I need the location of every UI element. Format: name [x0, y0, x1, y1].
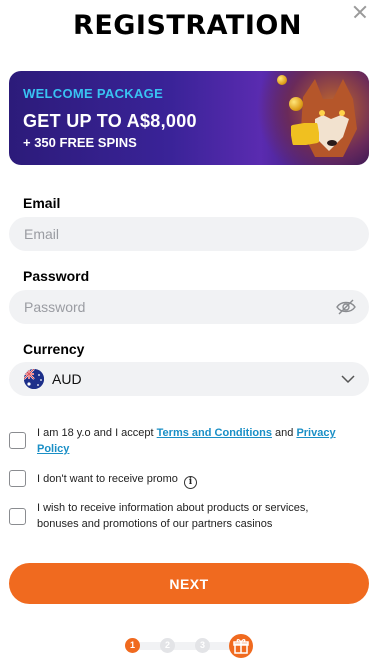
australia-flag-icon: [24, 369, 44, 389]
banner-kicker: WELCOME PACKAGE: [23, 86, 164, 101]
no-promo-text-wrap: I don't want to receive promo i: [37, 471, 197, 489]
terms-checkbox[interactable]: [9, 432, 26, 449]
chevron-down-icon: [341, 375, 355, 384]
page-title: REGISTRATION: [73, 10, 302, 41]
no-promo-checkbox[interactable]: [9, 470, 26, 487]
step-2: 2: [160, 638, 175, 653]
terms-and-text: and: [271, 427, 297, 439]
partners-info-checkbox[interactable]: [9, 508, 26, 525]
eye-slash-icon[interactable]: [335, 298, 357, 316]
step-3: 3: [195, 638, 210, 653]
email-field[interactable]: [9, 217, 369, 251]
no-promo-text: I don't want to receive promo: [37, 473, 178, 485]
wolf-illustration-icon: [301, 79, 357, 157]
step-1: 1: [125, 638, 140, 653]
password-field[interactable]: [9, 290, 369, 324]
banner-subline: + 350 FREE SPINS: [23, 135, 137, 150]
currency-value: AUD: [52, 371, 82, 387]
info-icon[interactable]: i: [183, 476, 197, 489]
stepper-track: [132, 642, 242, 650]
banner-headline: GET UP TO A$8,000: [23, 111, 197, 131]
welcome-banner: WELCOME PACKAGE GET UP TO A$8,000 + 350 …: [9, 71, 369, 165]
coin-icon: [277, 75, 287, 85]
next-button[interactable]: NEXT: [9, 563, 369, 604]
currency-select[interactable]: AUD: [9, 362, 369, 396]
currency-label: Currency: [23, 341, 85, 357]
terms-link[interactable]: Terms and Conditions: [157, 427, 272, 439]
up-badge-icon: [291, 123, 319, 145]
gift-icon: [229, 634, 253, 658]
password-label: Password: [23, 268, 90, 284]
terms-text: I am 18 y.o and I accept: [37, 427, 157, 439]
coin-icon: [289, 97, 303, 111]
partners-info-text: I wish to receive information about prod…: [37, 502, 309, 530]
terms-consent-text: I am 18 y.o and I accept Terms and Condi…: [37, 425, 347, 457]
close-icon[interactable]: [348, 0, 372, 24]
email-label: Email: [23, 195, 61, 211]
